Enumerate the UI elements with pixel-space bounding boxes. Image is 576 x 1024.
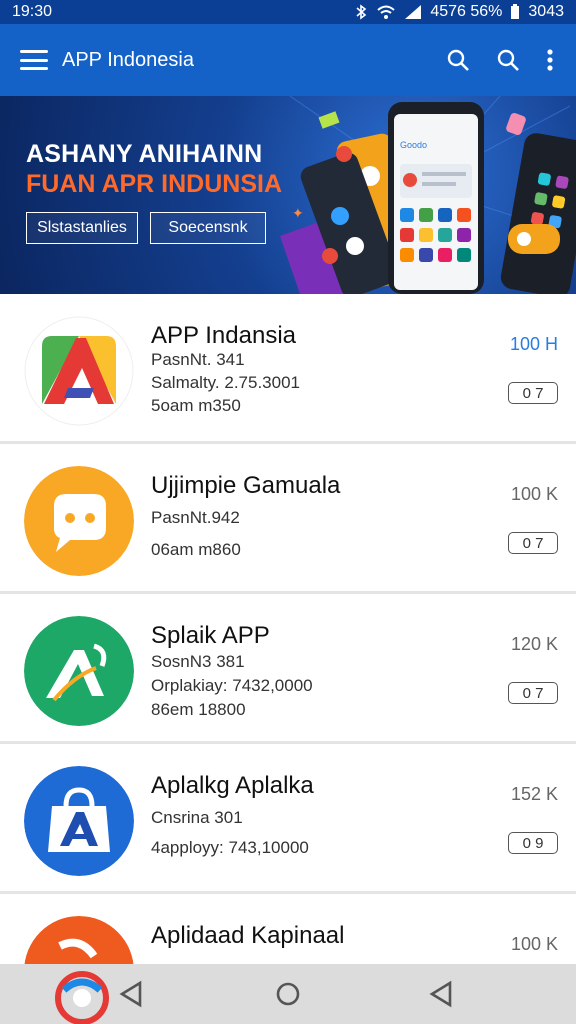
app-size: 120 K bbox=[510, 634, 558, 654]
signal-icon bbox=[405, 5, 422, 19]
app-bar-actions bbox=[446, 48, 554, 72]
app-name: Aplalkg Aplalka bbox=[151, 772, 314, 799]
banner-headline: ASHANY ANIHAINN bbox=[26, 140, 263, 168]
app-name: Aplidaad Kapinaal bbox=[151, 922, 345, 949]
phone-app-label: Goodo bbox=[400, 140, 427, 150]
app-meta-line3: 86em 18800 bbox=[151, 700, 246, 719]
app-size: 152 K bbox=[510, 784, 558, 804]
status-icons: 4576 56% 3043 bbox=[354, 3, 564, 21]
app-meta-line1: Cnsrina 301 bbox=[151, 808, 243, 827]
app-meta-line3: 06am m860 bbox=[151, 540, 241, 559]
back-triangle-icon[interactable] bbox=[428, 980, 454, 1008]
system-nav-bar bbox=[0, 964, 576, 1024]
promo-banner[interactable]: ASHANY ANIHAINN FUAN APR INDUNSIA Slstas… bbox=[0, 96, 576, 294]
app-bar: APP Indonesia bbox=[0, 24, 576, 96]
status-bar: 19:30 4576 56% 3043 bbox=[0, 0, 576, 24]
app-size: 100 K bbox=[510, 484, 558, 504]
wifi-icon bbox=[377, 5, 396, 19]
banner-button-second[interactable]: Soecensnk bbox=[150, 212, 266, 244]
app-badge[interactable]: 0 7 bbox=[508, 532, 558, 554]
list-item[interactable]: Ujjimpie Gamuala PasnNt.942 06am m860 10… bbox=[0, 444, 576, 594]
bluetooth-icon bbox=[356, 4, 367, 20]
app-badge[interactable]: 0 7 bbox=[508, 682, 558, 704]
splaik-a-logo-icon bbox=[24, 616, 134, 726]
app-meta-line1: PasnNt. 341 bbox=[151, 350, 245, 369]
app-meta-line2: 4apployy: 743,10000 bbox=[151, 838, 309, 857]
app-meta-line2: Orplakiay: 7432,0000 bbox=[151, 676, 313, 695]
shopping-bag-a-icon bbox=[24, 766, 134, 876]
app-meta-line1: SosnN3 381 bbox=[151, 652, 245, 671]
status-right-time: 3043 bbox=[528, 3, 564, 20]
search-icon[interactable] bbox=[446, 48, 470, 72]
search-icon[interactable] bbox=[496, 48, 520, 72]
back-triangle-icon[interactable] bbox=[118, 980, 144, 1008]
app-meta-line1: PasnNt.942 bbox=[151, 508, 240, 527]
app-name: Ujjimpie Gamuala bbox=[151, 472, 341, 499]
svg-text:✦: ✦ bbox=[292, 205, 304, 221]
banner-subheadline: FUAN APR INDUNSIA bbox=[26, 170, 283, 198]
list-item[interactable]: Aplalkg Aplalka Cnsrina 301 4apployy: 74… bbox=[0, 744, 576, 894]
app-meta-line3: 5oam m350 bbox=[151, 396, 241, 415]
app-size: 100 H bbox=[509, 334, 558, 354]
list-item[interactable]: APP Indansia PasnNt. 341 Salmalty. 2.75.… bbox=[0, 294, 576, 444]
app-badge[interactable]: 0 9 bbox=[508, 832, 558, 854]
status-battery-text: 4576 56% bbox=[430, 3, 503, 20]
app-badge[interactable]: 0 7 bbox=[508, 382, 558, 404]
swirl-logo-icon bbox=[55, 971, 109, 1024]
hamburger-menu-icon[interactable] bbox=[20, 50, 48, 70]
chat-bubble-icon bbox=[24, 466, 134, 576]
app-meta-line2: Salmalty. 2.75.3001 bbox=[151, 373, 300, 392]
status-time: 19:30 bbox=[12, 3, 53, 20]
battery-icon bbox=[511, 4, 520, 19]
banner-phones-illustration: Goodo ✦ bbox=[280, 96, 576, 294]
app-size: 100 K bbox=[510, 934, 558, 954]
more-vert-icon[interactable] bbox=[546, 48, 554, 72]
banner-button-statistics[interactable]: Slstastanlies bbox=[26, 212, 138, 244]
home-circle-icon[interactable] bbox=[274, 980, 302, 1008]
app-title: APP Indonesia bbox=[62, 48, 194, 71]
app-indansia-logo-icon bbox=[24, 316, 134, 426]
app-list: APP Indansia PasnNt. 341 Salmalty. 2.75.… bbox=[0, 294, 576, 1024]
app-name: APP Indansia bbox=[151, 322, 296, 349]
list-item[interactable]: Splaik APP SosnN3 381 Orplakiay: 7432,00… bbox=[0, 594, 576, 744]
app-name: Splaik APP bbox=[151, 622, 270, 649]
